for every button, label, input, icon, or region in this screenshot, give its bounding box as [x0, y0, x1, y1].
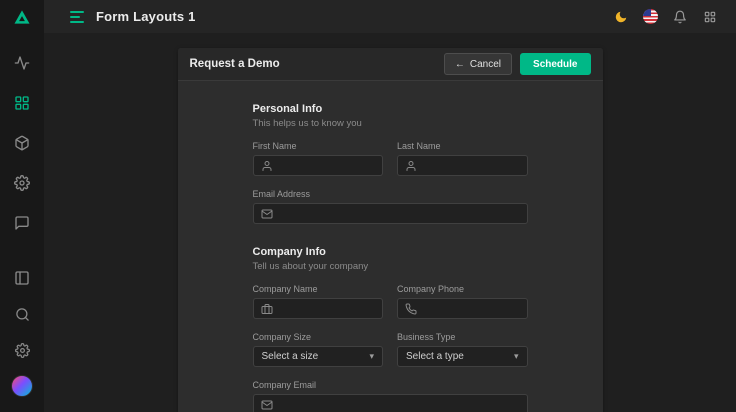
topbar: Form Layouts 1: [44, 0, 736, 33]
email-input-box: [253, 203, 528, 224]
menu-toggle-icon[interactable]: [70, 11, 84, 23]
company-name-input[interactable]: [279, 299, 376, 318]
bell-icon: [673, 10, 687, 24]
section-heading: Personal Info: [253, 103, 528, 115]
chat-icon: [14, 215, 30, 231]
first-name-field: First Name: [253, 141, 384, 176]
sidebar-item-profile[interactable]: [0, 368, 44, 404]
gear-icon: [14, 175, 30, 191]
business-type-field: Business Type Select a type ▾: [397, 332, 528, 367]
company-size-label: Company Size: [253, 332, 384, 342]
schedule-button-label: Schedule: [533, 59, 577, 70]
sidebar-item-settings[interactable]: [0, 332, 44, 368]
company-name-field: Company Name: [253, 284, 384, 319]
apps-menu-button[interactable]: [702, 9, 718, 25]
last-name-field: Last Name: [397, 141, 528, 176]
company-info-section: Company Info Tell us about your company …: [253, 246, 528, 412]
card-actions: ← Cancel Schedule: [444, 53, 591, 75]
company-phone-field: Company Phone: [397, 284, 528, 319]
business-type-value: Select a type: [406, 351, 464, 362]
company-email-field: Company Email: [253, 380, 528, 412]
company-size-select[interactable]: Select a size ▾: [253, 346, 384, 367]
business-type-label: Business Type: [397, 332, 528, 342]
company-name-label: Company Name: [253, 284, 384, 294]
request-demo-card: Request a Demo ← Cancel Schedule: [178, 48, 603, 412]
logo-triangle-icon: [12, 7, 32, 27]
layout-icon: [14, 270, 30, 286]
app-window: Form Layouts 1 Request a Demo: [0, 0, 736, 412]
section-subheading: Tell us about your company: [253, 261, 528, 272]
sidebar-item-panels[interactable]: [0, 260, 44, 296]
section-subheading: This helps us to know you: [253, 118, 528, 129]
company-email-input-box: [253, 394, 528, 412]
sidebar-menu: [0, 33, 44, 243]
sidebar-item-components[interactable]: [0, 123, 44, 163]
company-size-field: Company Size Select a size ▾: [253, 332, 384, 367]
cancel-button[interactable]: ← Cancel: [444, 53, 512, 75]
person-icon: [261, 160, 273, 172]
theme-toggle[interactable]: [613, 9, 629, 25]
company-row-2: Company Size Select a size ▾ Business Ty…: [253, 332, 528, 367]
company-phone-input[interactable]: [423, 299, 520, 318]
card-header: Request a Demo ← Cancel Schedule: [178, 48, 603, 81]
content-area: Request a Demo ← Cancel Schedule: [44, 33, 736, 412]
first-name-input-box: [253, 155, 384, 176]
email-label: Email Address: [253, 189, 528, 199]
company-name-input-box: [253, 298, 384, 319]
briefcase-icon: [261, 303, 273, 315]
last-name-input[interactable]: [423, 156, 520, 175]
phone-icon: [405, 303, 417, 315]
notifications-button[interactable]: [672, 9, 688, 25]
section-heading: Company Info: [253, 246, 528, 258]
name-row: First Name Last Name: [253, 141, 528, 176]
grid-menu-icon: [703, 10, 717, 24]
app-logo[interactable]: [0, 0, 44, 33]
company-phone-input-box: [397, 298, 528, 319]
avatar[interactable]: [11, 375, 33, 397]
cancel-button-label: Cancel: [470, 59, 501, 70]
page-title: Form Layouts 1: [96, 9, 196, 24]
topbar-actions: [613, 9, 718, 25]
envelope-icon: [261, 399, 273, 411]
company-row-1: Company Name Company Phone: [253, 284, 528, 319]
chevron-down-icon: ▾: [514, 352, 519, 361]
grid-icon: [14, 95, 30, 111]
main-column: Form Layouts 1 Request a Demo: [44, 0, 736, 412]
email-input[interactable]: [279, 204, 520, 223]
cube-icon: [14, 135, 30, 151]
sidebar-item-messages[interactable]: [0, 203, 44, 243]
back-arrow-icon: ←: [455, 59, 465, 70]
moon-icon: [614, 10, 628, 24]
sidebar-item-layout[interactable]: [0, 83, 44, 123]
language-selector[interactable]: [643, 9, 658, 24]
schedule-button[interactable]: Schedule: [520, 53, 590, 75]
company-size-value: Select a size: [262, 351, 319, 362]
sidebar-item-utilities[interactable]: [0, 163, 44, 203]
sidebar-item-search[interactable]: [0, 296, 44, 332]
first-name-label: First Name: [253, 141, 384, 151]
personal-info-section: Personal Info This helps us to know you …: [253, 103, 528, 224]
person-icon: [405, 160, 417, 172]
settings-icon: [15, 343, 30, 358]
chevron-down-icon: ▾: [369, 352, 374, 361]
envelope-icon: [261, 208, 273, 220]
activity-icon: [14, 55, 30, 71]
business-type-select[interactable]: Select a type ▾: [397, 346, 528, 367]
sidebar-bottom-menu: [0, 260, 44, 412]
card-title: Request a Demo: [190, 58, 280, 70]
first-name-input[interactable]: [279, 156, 376, 175]
sidebar: [0, 0, 44, 412]
last-name-input-box: [397, 155, 528, 176]
card-body: Personal Info This helps us to know you …: [178, 81, 603, 412]
last-name-label: Last Name: [397, 141, 528, 151]
sidebar-item-activity[interactable]: [0, 43, 44, 83]
company-email-label: Company Email: [253, 380, 528, 390]
email-field: Email Address: [253, 189, 528, 224]
search-icon: [15, 307, 30, 322]
company-email-input[interactable]: [279, 395, 520, 412]
company-phone-label: Company Phone: [397, 284, 528, 294]
